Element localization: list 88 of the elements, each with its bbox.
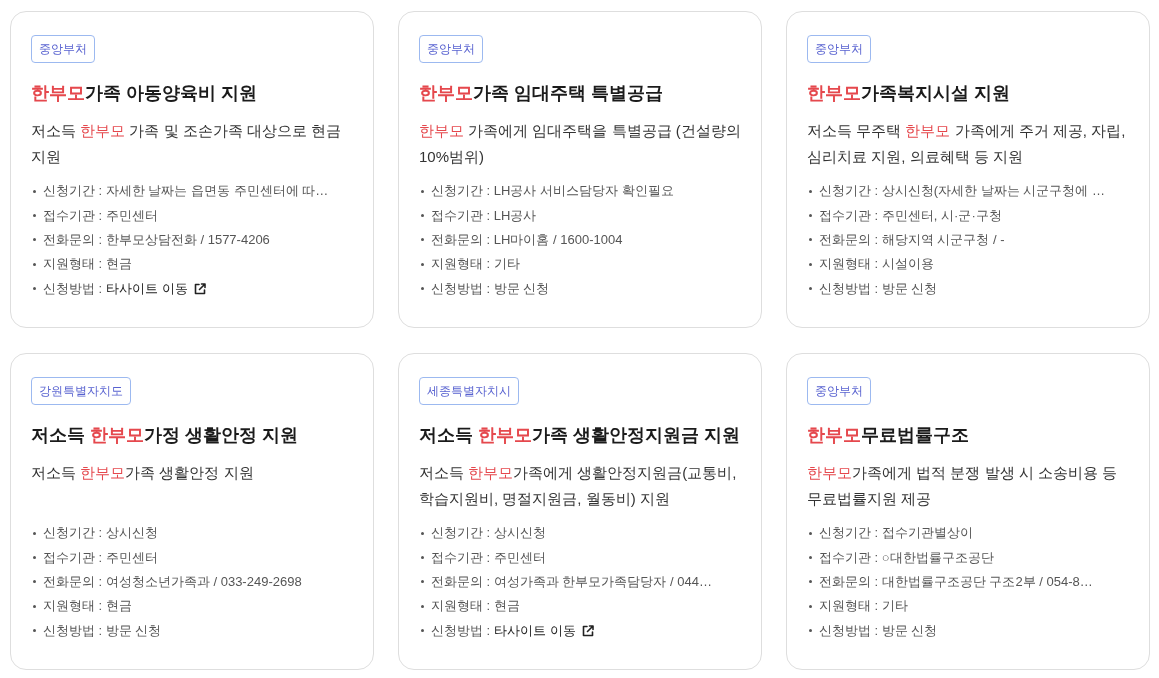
card-title: 한부모가족 아동양육비 지원 (31, 82, 258, 105)
detail-text: 지원형태 : 현금 (431, 597, 520, 616)
card-title: 한부모가족 임대주택 특별공급 (419, 82, 664, 105)
external-link[interactable]: 타사이트 이동 (106, 279, 206, 298)
bullet-icon (421, 629, 424, 633)
bullet-icon (33, 629, 36, 633)
bullet-icon (809, 604, 812, 608)
detail-text: 지원형태 : 현금 (43, 597, 132, 616)
bullet-icon (33, 604, 36, 608)
detail-text: 신청방법 : 방문 신청 (43, 621, 162, 640)
card-description: 저소득 한부모 가족 및 조손가족 대상으로 현금 지원 (31, 121, 342, 167)
bullet-icon (809, 189, 812, 193)
bullet-icon (809, 556, 812, 560)
agency-tag: 중앙부처 (419, 35, 483, 63)
bullet-icon (421, 556, 424, 560)
card-description: 저소득 한부모가족에게 생활안정지원금(교통비, 학습지원비, 명절지원금, 월동비) 지원 (419, 462, 738, 509)
agency-tag: 중앙부처 (31, 35, 95, 63)
bullet-icon (421, 604, 424, 608)
card-description: 한부모가족에게 법적 분쟁 발생 시 소송비용 등 무료법률지원 제공 (807, 462, 1118, 509)
detail-text: 신청기간 : 접수기관별상이 (819, 524, 973, 543)
agency-tag: 중앙부처 (807, 376, 871, 405)
bullet-icon (809, 580, 812, 584)
bullet-icon (809, 262, 812, 266)
bullet-icon (421, 238, 424, 242)
benefit-card[interactable]: 중앙부처 한부모무료법률구조 한부모가족에게 법적 분쟁 발생 시 소송비용 등 무료법률지원 제공 신청기간 : 접수기관별상이 접수기관 : ○대한법률구조공단 전화문의 : 대한법률구조공단 구조2부 / 054-8… 지원형태 : 기타 신청방법 : 방문 신청 (786, 352, 1150, 670)
bullet-icon (809, 214, 812, 218)
detail-label: 신청방법 : (431, 621, 491, 640)
detail-text: 전화문의 : LH마이홈 / 1600-1004 (431, 230, 623, 249)
card-description: 저소득 무주택 한부모 가족에게 주거 제공, 자립, 심리치료 지원, 의료혜택 등 지원 (807, 121, 1127, 167)
detail-text: 접수기관 : 주민센터 (431, 548, 546, 567)
detail-text: 신청방법 : 방문 신청 (819, 621, 938, 640)
bullet-icon (33, 238, 36, 242)
bullet-icon (33, 262, 36, 266)
detail-text: 접수기관 : 주민센터 (43, 206, 158, 225)
detail-text: 지원형태 : 시설이용 (819, 255, 934, 274)
bullet-icon (421, 214, 424, 218)
bullet-icon (809, 629, 812, 633)
bullet-icon (421, 262, 424, 266)
bullet-icon (33, 287, 36, 291)
agency-tag: 세종특별자치시 (419, 376, 519, 405)
benefit-card[interactable]: 세종특별자치시 저소득 한부모가족 생활안정지원금 지원 저소득 한부모가족에게 생활안정지원금(교통비, 학습지원비, 명절지원금, 월동비) 지원 신청기간 : 상시신청 접수기관 : 주민센터 전화문의 : 여성가족과 한부모가족담당자 / 044… 지원형태 : 현금 신청방법 : 타사이트 이동 (398, 352, 762, 670)
detail-text: 신청기간 : 상시신청 (43, 524, 158, 543)
detail-text: 전화문의 : 여성청소년가족과 / 033-249-2698 (43, 572, 302, 591)
external-link-icon (581, 624, 594, 637)
card-title: 한부모무료법률구조 (807, 423, 970, 447)
card-title: 한부모가족복지시설 지원 (807, 82, 1011, 105)
benefit-card[interactable]: 강원특별자치도 저소득 한부모가정 생활안정 지원 저소득 한부모가족 생활안정 지원 신청기간 : 상시신청 접수기관 : 주민센터 전화문의 : 여성청소년가족과 / 033-249-2698 지원형태 : 현금 신청방법 : 방문 신청 (10, 352, 374, 670)
detail-text: 지원형태 : 기타 (819, 597, 908, 616)
bullet-icon (33, 189, 36, 193)
bullet-icon (421, 189, 424, 193)
detail-text: 신청기간 : 상시신청 (431, 524, 546, 543)
benefit-card[interactable]: 중앙부처 한부모가족 임대주택 특별공급 한부모 가족에게 임대주택을 특별공급 (건설량의 10%범위) 신청기간 : LH공사 서비스담당자 확인필요 접수기관 : LH공사 전화문의 : LH마이홈 / 1600-1004 지원형태 : 기타 신청방법 : 방문 신청 (398, 11, 762, 328)
detail-text: 지원형태 : 현금 (43, 255, 132, 274)
detail-text: 접수기관 : 주민센터, 시·군·구청 (819, 206, 1002, 225)
agency-tag: 중앙부처 (807, 35, 871, 63)
detail-text: 접수기관 : LH공사 (431, 206, 537, 225)
bullet-icon (33, 580, 36, 584)
benefit-card[interactable]: 중앙부처 한부모가족 아동양육비 지원 저소득 한부모 가족 및 조손가족 대상으로 현금 지원 신청기간 : 자세한 날짜는 읍면동 주민센터에 따… 접수기관 : 주민센터 전화문의 : 한부모상담전화 / 1577-4206 지원형태 : 현금 신청방법 : 타사이트 이동 (10, 11, 374, 328)
detail-text: 지원형태 : 기타 (431, 255, 520, 274)
detail-text: 신청기간 : 자세한 날짜는 읍면동 주민센터에 따… (43, 182, 329, 201)
detail-text: 전화문의 : 여성가족과 한부모가족담당자 / 044… (431, 572, 712, 591)
bullet-icon (33, 531, 36, 535)
bullet-icon (809, 238, 812, 242)
card-description: 한부모 가족에게 임대주택을 특별공급 (건설량의 10%범위) (419, 121, 741, 167)
bullet-icon (421, 287, 424, 291)
bullet-icon (809, 287, 812, 291)
detail-text: 접수기관 : ○대한법률구조공단 (819, 548, 994, 567)
detail-text: 신청기간 : LH공사 서비스담당자 확인필요 (431, 182, 674, 201)
benefit-card[interactable]: 중앙부처 한부모가족복지시설 지원 저소득 무주택 한부모 가족에게 주거 제공, 자립, 심리치료 지원, 의료혜택 등 지원 신청기간 : 상시신청(자세한 날짜는 시군구청에 … 접수기관 : 주민센터, 시·군·구청 전화문의 : 해당지역 시군구청 / - 지원형태 : 시설이용 신청방법 : 방문 신청 (786, 11, 1150, 328)
detail-text: 신청방법 : 방문 신청 (819, 279, 938, 298)
bullet-icon (421, 580, 424, 584)
bullet-icon (421, 531, 424, 535)
detail-text: 전화문의 : 대한법률구조공단 구조2부 / 054-8… (819, 572, 1093, 591)
bullet-icon (33, 214, 36, 218)
external-link-icon (193, 282, 206, 295)
detail-text: 전화문의 : 한부모상담전화 / 1577-4206 (43, 230, 270, 249)
detail-text: 접수기관 : 주민센터 (43, 548, 158, 567)
detail-text: 전화문의 : 해당지역 시군구청 / - (819, 230, 1005, 249)
card-description: 저소득 한부모가족 생활안정 지원 (31, 462, 255, 483)
bullet-icon (33, 556, 36, 560)
card-title: 저소득 한부모가정 생활안정 지원 (31, 423, 300, 447)
card-title: 저소득 한부모가족 생활안정지원금 지원 (419, 423, 741, 447)
detail-text: 신청기간 : 상시신청(자세한 날짜는 시군구청에 … (819, 182, 1105, 201)
agency-tag: 강원특별자치도 (31, 376, 131, 405)
detail-text: 신청방법 : 방문 신청 (431, 279, 550, 298)
external-link[interactable]: 타사이트 이동 (494, 621, 594, 640)
bullet-icon (809, 531, 812, 535)
detail-label: 신청방법 : (43, 279, 103, 298)
